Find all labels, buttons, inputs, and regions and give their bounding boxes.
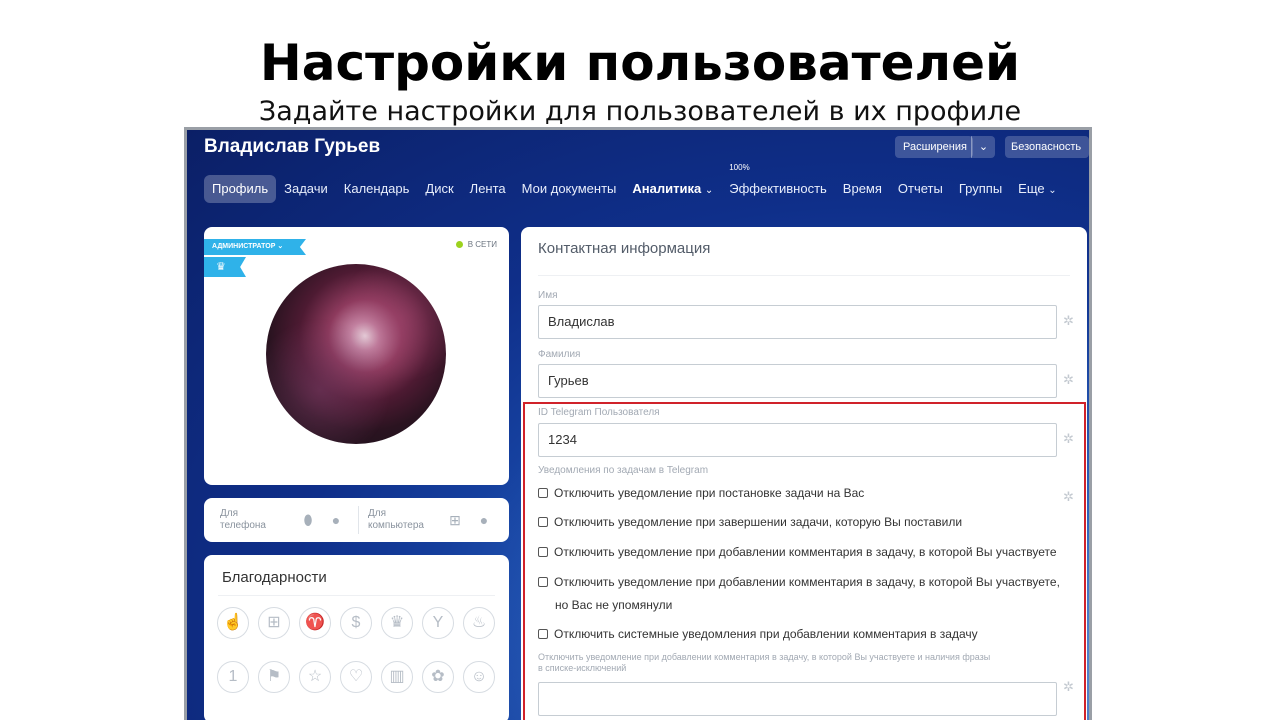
profile-nav: Профиль Задачи Календарь Диск Лента Мои …: [204, 163, 1065, 203]
heart-icon[interactable]: ♡: [340, 661, 372, 693]
last-name-label: Фамилия: [538, 349, 581, 360]
tab-profile[interactable]: Профиль: [204, 175, 277, 203]
tab-feed[interactable]: Лента: [462, 175, 514, 203]
role-badge[interactable]: АДМИНИСТРАТОР ⌄: [204, 239, 306, 255]
gear-icon[interactable]: ✲: [1063, 313, 1074, 329]
cake-icon[interactable]: ♨: [463, 607, 495, 639]
thanks-card: Благодарности ☝ ⊞ ♈ $ ♛ Y ♨ 1 ⚑ ☆ ♡ ▥ ✿ …: [204, 555, 509, 720]
security-button[interactable]: Безопасность: [1005, 136, 1089, 158]
apps-card: Для телефона ⬮ ● Для компьютера ⊞ ●: [204, 498, 509, 542]
phone-apps-label: Для телефона: [220, 508, 266, 531]
tab-time[interactable]: Время: [835, 175, 890, 203]
chevron-down-icon: ⌄: [704, 185, 714, 196]
gift-icon[interactable]: ⊞: [258, 607, 290, 639]
smile-icon[interactable]: ☺: [463, 661, 495, 693]
android-icon[interactable]: ⬮: [300, 512, 316, 528]
chevron-down-icon: ⌄: [277, 243, 284, 250]
apple-icon[interactable]: ●: [476, 512, 492, 528]
beer-icon[interactable]: ▥: [381, 661, 413, 693]
tab-reports[interactable]: Отчеты: [890, 175, 951, 203]
first-name-field[interactable]: Владислав: [538, 305, 1057, 339]
chevron-down-icon: ⌄: [1048, 185, 1057, 196]
thanks-title: Благодарности: [222, 569, 327, 586]
trophy-icon[interactable]: ♈: [299, 607, 331, 639]
thumbs-up-icon[interactable]: ☝: [217, 607, 249, 639]
chevron-down-icon: ⌄: [978, 141, 989, 153]
computer-apps-label: Для компьютера: [368, 508, 424, 531]
tab-my-documents[interactable]: Мои документы: [514, 175, 625, 203]
extensions-dropdown-button[interactable]: ⌄: [971, 136, 995, 158]
gear-icon[interactable]: ✲: [1063, 372, 1074, 388]
tab-efficiency-label: Эффективность: [729, 181, 827, 196]
money-icon[interactable]: $: [340, 607, 372, 639]
efficiency-badge: 100%: [729, 163, 750, 172]
telegram-settings-highlight: [523, 402, 1086, 720]
tab-more-label: Еще: [1018, 181, 1045, 196]
windows-icon[interactable]: ⊞: [447, 512, 463, 528]
role-label: АДМИНИСТРАТОР: [212, 243, 276, 250]
tab-groups[interactable]: Группы: [951, 175, 1010, 203]
last-name-field[interactable]: Гурьев: [538, 364, 1057, 398]
tab-efficiency[interactable]: 100% Эффективность: [721, 163, 835, 203]
extensions-button[interactable]: Расширения: [895, 136, 973, 158]
profile-screenshot: Владислав Гурьев Расширения ⌄ Безопаснос…: [184, 127, 1092, 720]
flag-icon[interactable]: ⚑: [258, 661, 290, 693]
star-icon[interactable]: ☆: [299, 661, 331, 693]
online-dot-icon: [455, 241, 463, 248]
avatar-overlay: [266, 264, 446, 444]
divider: [538, 275, 1070, 276]
tab-more[interactable]: Еще ⌄: [1010, 175, 1064, 203]
crown-icon: ♛: [204, 257, 246, 277]
online-status-label: В СЕТИ: [467, 240, 497, 249]
avatar-card: АДМИНИСТРАТОР ⌄ ♛ В СЕТИ: [204, 227, 509, 485]
divider: [218, 595, 495, 596]
tab-tasks[interactable]: Задачи: [276, 175, 336, 203]
flower-icon[interactable]: ✿: [422, 661, 454, 693]
online-status: В СЕТИ: [455, 240, 497, 249]
apps-divider: [358, 506, 359, 534]
user-name: Владислав Гурьев: [204, 136, 381, 157]
tab-calendar[interactable]: Календарь: [336, 175, 418, 203]
tab-analytics[interactable]: Аналитика ⌄: [624, 175, 721, 203]
slide-title: Настройки пользователей: [259, 34, 1021, 92]
slide-subtitle: Задайте настройки для пользователей в их…: [258, 96, 1022, 127]
number-one-icon[interactable]: 1: [217, 661, 249, 693]
tab-analytics-label: Аналитика: [632, 181, 702, 196]
contact-title: Контактная информация: [538, 240, 711, 257]
tab-disk[interactable]: Диск: [417, 175, 461, 203]
first-name-label: Имя: [538, 290, 558, 301]
crown-badge-icon[interactable]: ♛: [381, 607, 413, 639]
cocktail-icon[interactable]: Y: [422, 607, 454, 639]
ios-icon[interactable]: ●: [328, 512, 344, 528]
